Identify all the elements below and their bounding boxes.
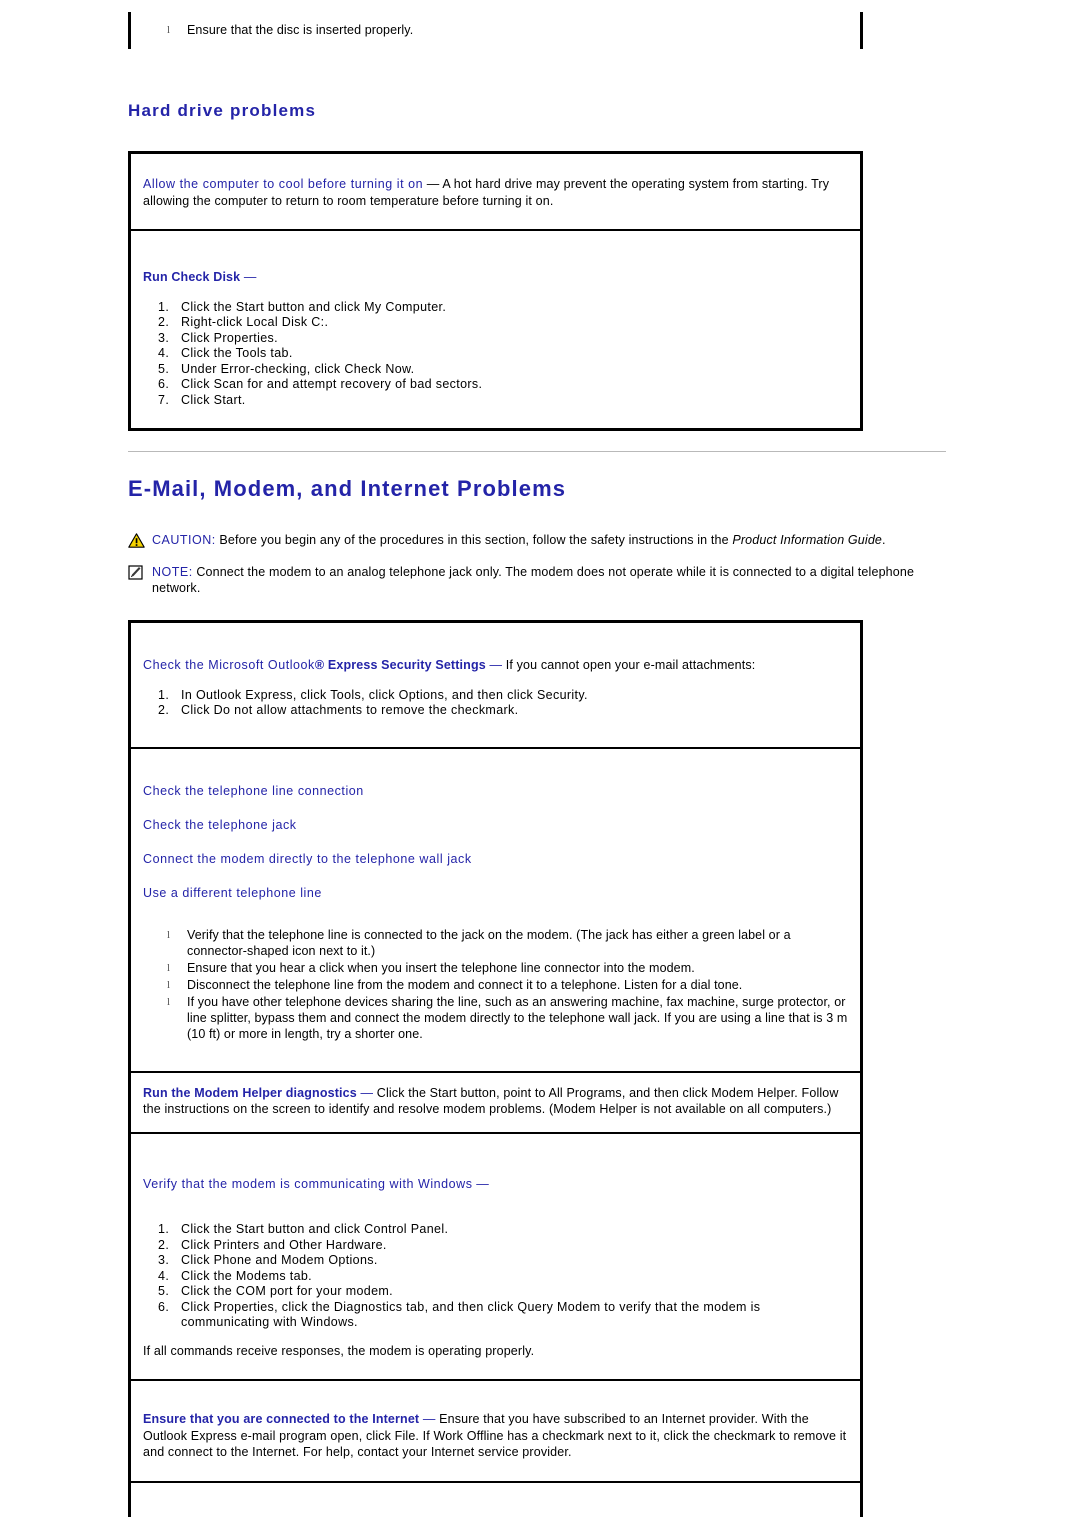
note-text: NOTE: Connect the modem to an analog tel… [152, 564, 946, 596]
list-item: Click the Start button and click Control… [173, 1222, 848, 1238]
caution-text: CAUTION: Before you begin any of the pro… [152, 532, 946, 548]
disc-check-cell: Ensure that the disc is inserted properl… [131, 12, 860, 49]
note-pencil-icon [128, 565, 146, 581]
subhead-check-line-connection: Check the telephone line connection [143, 783, 364, 798]
check-disk-lead: Run Check Disk [143, 270, 241, 284]
outlook-security-steps: In Outlook Express, click Tools, click O… [143, 688, 848, 719]
outlook-security-lead-bold: Express Security Settings [324, 658, 486, 672]
hard-drive-heading: Hard drive problems [128, 101, 317, 120]
gap-extra [128, 85, 946, 101]
gap-after-disc-table [128, 49, 946, 85]
list-item: In Outlook Express, click Tools, click O… [173, 688, 848, 704]
em-dash: — [426, 177, 440, 191]
outlook-security-lead-light: Check the Microsoft Outlook [143, 658, 315, 672]
list-item: Ensure that the disc is inserted properl… [165, 22, 848, 38]
list-item: Click Printers and Other Hardware. [173, 1238, 848, 1254]
table-row: Ensure that the disc is inserted properl… [130, 12, 862, 49]
check-disk-cell: Run Check Disk — Click the Start button … [131, 231, 860, 428]
em-dash: — [243, 270, 257, 284]
list-item: Right-click Local Disk C:. [173, 315, 848, 331]
allow-cool-cell: Allow the computer to cool before turnin… [131, 154, 860, 229]
caution-admonition: CAUTION: Before you begin any of the pro… [128, 532, 946, 548]
note-body: Connect the modem to an analog telephone… [152, 565, 915, 595]
subhead-use-different-line: Use a different telephone line [143, 885, 322, 900]
table-row [129, 1480, 862, 1517]
list-item: Under Error-checking, click Check Now. [173, 362, 848, 378]
table-row: Verify that the modem is communicating w… [129, 1131, 862, 1381]
document-page: Ensure that the disc is inserted properl… [128, 0, 946, 1517]
caution-triangle-icon [128, 533, 146, 549]
note-admonition: NOTE: Connect the modem to an analog tel… [128, 564, 946, 596]
list-item: Click Scan for and attempt recovery of b… [173, 377, 848, 393]
verify-modem-lead-line: Verify that the modem is communicating w… [143, 1176, 848, 1193]
verify-modem-lead: Verify that the modem is communicating w… [143, 1176, 473, 1191]
list-item: Click the Start button and click My Comp… [173, 300, 848, 316]
list-item: Disconnect the telephone line from the m… [165, 977, 848, 993]
verify-modem-closing: If all commands receive responses, the m… [143, 1343, 535, 1358]
caution-guide-title: Product Information Guide [732, 533, 883, 547]
telephone-checks-cell: Check the telephone line connection Chec… [131, 749, 860, 1071]
hard-drive-table: Allow the computer to cool before turnin… [128, 151, 863, 431]
table-row: Allow the computer to cool before turnin… [129, 152, 862, 231]
list-item: Click the Tools tab. [173, 346, 848, 362]
list-item: Click the Modems tab. [173, 1269, 848, 1285]
gap-after-title [128, 502, 946, 532]
caution-body-before: Before you begin any of the procedures i… [215, 533, 733, 547]
list-item: Click Start. [173, 393, 848, 409]
modem-helper-paragraph: Run the Modem Helper diagnostics — Click… [143, 1085, 848, 1118]
disc-check-table: Ensure that the disc is inserted properl… [128, 12, 863, 49]
table-row: Check the Microsoft Outlook® Express Sec… [129, 621, 862, 749]
gap-after-hd-heading [128, 121, 946, 151]
caution-body-after: . [882, 533, 886, 547]
outlook-security-lead-line: Check the Microsoft Outlook® Express Sec… [143, 657, 848, 674]
table-row: Run Check Disk — Click the Start button … [129, 229, 862, 430]
list-item: Click Do not allow attachments to remove… [173, 703, 848, 719]
list-item: Click Properties. [173, 331, 848, 347]
subhead-check-telephone-jack: Check the telephone jack [143, 817, 297, 832]
table-row: Check the telephone line connection Chec… [129, 746, 862, 1073]
gap-between-admonitions [128, 548, 946, 564]
check-disk-steps: Click the Start button and click My Comp… [143, 300, 848, 409]
caution-keyword: CAUTION: [152, 533, 216, 547]
subhead-connect-modem-wall-jack: Connect the modem directly to the teleph… [143, 851, 472, 866]
list-item: Click Properties, click the Diagnostics … [173, 1300, 848, 1331]
email-modem-table: Check the Microsoft Outlook® Express Sec… [128, 620, 863, 1517]
em-dash: — [476, 1176, 489, 1191]
modem-helper-cell: Run the Modem Helper diagnostics — Click… [131, 1073, 860, 1132]
verify-modem-cell: Verify that the modem is communicating w… [131, 1134, 860, 1380]
ensure-internet-paragraph: Ensure that you are connected to the Int… [143, 1411, 848, 1461]
registered-mark: ® [314, 658, 325, 672]
allow-cool-lead: Allow the computer to cool before turnin… [143, 177, 424, 191]
top-offset [128, 0, 946, 12]
ensure-internet-cell: Ensure that you are connected to the Int… [131, 1381, 860, 1481]
gap-before-rule [128, 431, 946, 451]
note-keyword: NOTE: [152, 565, 193, 579]
em-dash: — [489, 658, 503, 672]
outlook-security-body: If you cannot open your e-mail attachmen… [505, 658, 756, 672]
page-title: E-Mail, Modem, and Internet Problems [128, 476, 567, 501]
check-disk-lead-line: Run Check Disk — [143, 269, 848, 286]
modem-helper-lead: Run the Modem Helper diagnostics [143, 1085, 357, 1100]
em-dash: — [422, 1412, 436, 1426]
list-item: Click the COM port for your modem. [173, 1284, 848, 1300]
table-row: Ensure that you are connected to the Int… [129, 1379, 862, 1483]
next-row-partial [131, 1483, 860, 1517]
verify-modem-steps: Click the Start button and click Control… [143, 1222, 848, 1331]
outlook-security-cell: Check the Microsoft Outlook® Express Sec… [131, 623, 860, 747]
table-row: Run the Modem Helper diagnostics — Click… [129, 1070, 862, 1134]
list-item: If you have other telephone devices shar… [165, 994, 848, 1042]
em-dash: — [360, 1085, 374, 1100]
list-item: Click Phone and Modem Options. [173, 1253, 848, 1269]
gap-before-email-table [128, 596, 946, 620]
ensure-internet-lead: Ensure that you are connected to the Int… [143, 1412, 420, 1426]
gap-after-rule [128, 452, 946, 476]
list-item: Ensure that you hear a click when you in… [165, 960, 848, 976]
disc-check-bullets: Ensure that the disc is inserted properl… [143, 22, 848, 38]
allow-cool-paragraph: Allow the computer to cool before turnin… [143, 176, 848, 209]
telephone-checks-bullets: Verify that the telephone line is connec… [143, 927, 848, 1042]
list-item: Verify that the telephone line is connec… [165, 927, 848, 959]
